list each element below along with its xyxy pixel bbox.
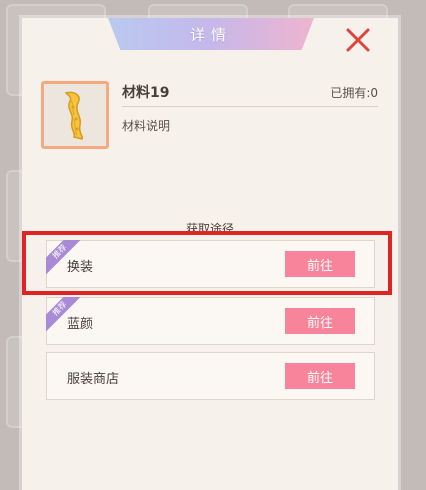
go-button[interactable]: 前往	[285, 363, 355, 389]
source-row-clothing-shop: 服装商店 前往	[46, 352, 375, 400]
dialog-title: 详情	[189, 25, 232, 44]
go-button[interactable]: 前往	[285, 308, 355, 334]
item-description: 材料说明	[122, 119, 171, 133]
source-label: 蓝颜	[67, 317, 94, 332]
item-icon-frame	[41, 81, 109, 149]
close-icon	[346, 28, 370, 52]
owned-count: 已拥有:0	[330, 86, 378, 100]
source-row-lanyan: 推荐 蓝颜 前往	[46, 297, 375, 345]
title-banner: 详情	[108, 18, 314, 50]
source-label: 服装商店	[67, 372, 120, 387]
close-button[interactable]	[344, 26, 372, 54]
highlight-box	[22, 231, 392, 295]
ribbon-scroll-icon	[64, 91, 84, 140]
divider	[122, 106, 378, 107]
item-name: 材料19	[122, 85, 170, 101]
